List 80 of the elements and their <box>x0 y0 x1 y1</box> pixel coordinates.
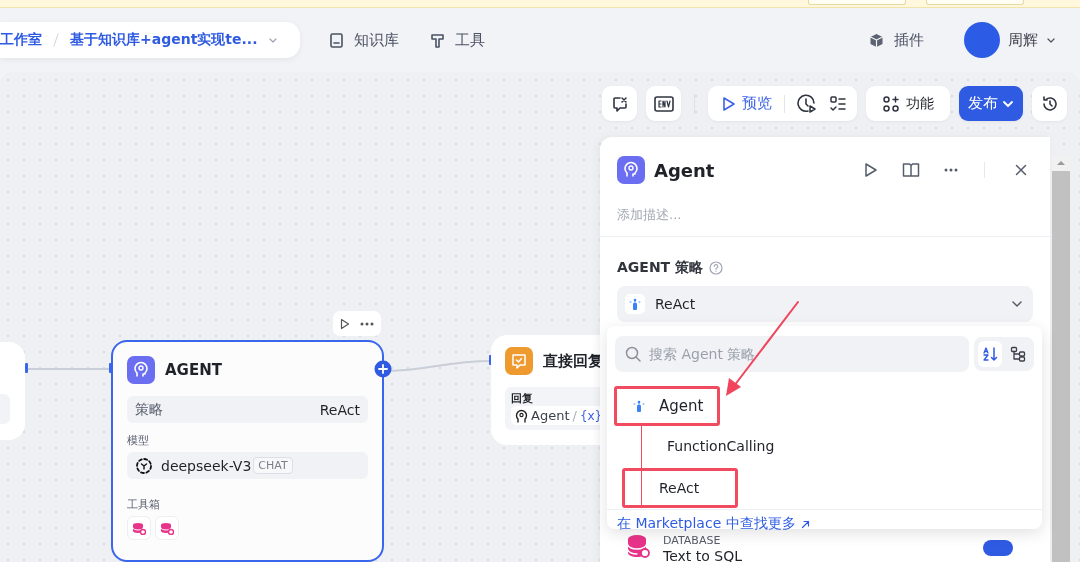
agent-icon <box>127 356 155 384</box>
option-item[interactable]: ReAct <box>622 468 738 508</box>
strategy-label: 策略 <box>135 400 163 419</box>
toolbox-label: 工具箱 <box>127 497 161 512</box>
scroll-up-icon <box>1056 160 1066 166</box>
env-button[interactable] <box>646 86 681 121</box>
book-icon <box>902 162 920 178</box>
add-node-icon <box>374 360 392 378</box>
preview-button[interactable]: 预览 <box>722 94 772 113</box>
sort-az-icon <box>982 346 998 362</box>
node-title: 直接回复 <box>543 351 603 371</box>
robot-icon <box>628 296 642 312</box>
reference-separator: / <box>572 408 577 423</box>
description-field[interactable]: 添加描述... <box>617 202 917 226</box>
panel-title: Agent <box>654 159 715 181</box>
model-name: deepseek-V3 <box>161 457 252 474</box>
external-link-icon <box>800 519 810 529</box>
breadcrumb-link[interactable]: 工作室 <box>0 31 42 49</box>
more-icon <box>360 321 374 326</box>
chevron-down-icon <box>1011 298 1023 310</box>
sort-button[interactable] <box>978 341 1002 367</box>
history-icon <box>1040 94 1059 113</box>
apps-icon <box>882 94 900 113</box>
tree-icon <box>1010 346 1026 362</box>
hammer-icon <box>428 31 446 49</box>
breadcrumb-link[interactable]: 基于知识库+agent实现te... <box>70 31 258 49</box>
toggle-switch[interactable] <box>983 540 1013 556</box>
tool-chip[interactable] <box>155 516 179 540</box>
option-group[interactable]: Agent <box>614 386 721 426</box>
database-icon <box>160 521 174 535</box>
more-icon <box>944 168 958 172</box>
search-field[interactable]: 搜索 Agent 策略 <box>615 336 969 372</box>
checklist-icon <box>829 94 847 113</box>
model-tag: CHAT <box>253 457 293 474</box>
user-menu[interactable]: 周辉 <box>964 22 1056 58</box>
variable-button[interactable] <box>602 86 637 121</box>
model-label: 模型 <box>127 433 150 448</box>
nav-link[interactable]: 插件 <box>868 30 924 50</box>
agent-icon <box>617 156 645 184</box>
tool-chip[interactable] <box>127 516 151 540</box>
tool-item[interactable]: DATABASE Text to SQL <box>617 534 1033 562</box>
model-icon <box>135 456 153 475</box>
play-icon <box>340 317 350 330</box>
avatar <box>964 22 1000 58</box>
features-button[interactable]: 功能 <box>866 86 950 121</box>
nav-link[interactable]: 知识库 <box>327 30 399 50</box>
section-label: AGENT 策略 <box>617 259 704 277</box>
node-port <box>25 363 28 373</box>
option-item[interactable]: FunctionCalling <box>662 426 1034 466</box>
more-button[interactable] <box>360 321 374 326</box>
strategy-value: ReAct <box>319 401 360 418</box>
help-icon <box>709 261 724 275</box>
variable-label: {x} <box>579 408 603 423</box>
env-icon <box>653 94 674 113</box>
reply-label: 回复 <box>511 391 534 406</box>
chat-variable-icon <box>610 94 629 113</box>
database-icon <box>132 521 146 535</box>
strategy-select[interactable]: ReAct <box>617 286 1033 322</box>
search-icon <box>625 346 641 362</box>
publish-button[interactable]: 发布 <box>959 86 1023 121</box>
play-icon <box>864 162 878 178</box>
agent-node[interactable]: AGENT 策略 ReAct 模型 deepseek-V3 CHAT 工具箱 <box>111 340 384 562</box>
nav-link[interactable]: 工具 <box>428 30 485 50</box>
robot-icon <box>632 398 646 414</box>
clock-play-icon <box>797 93 817 114</box>
reply-icon <box>505 347 533 375</box>
checklist-button[interactable] <box>829 94 847 113</box>
history-button[interactable] <box>1032 86 1067 121</box>
close-icon <box>1015 164 1027 176</box>
marketplace-link[interactable]: 在 Marketplace 中查找更多 <box>617 515 810 533</box>
play-icon <box>722 95 736 112</box>
agent-head-icon <box>515 408 528 423</box>
book-icon <box>327 31 345 49</box>
node-title: AGENT <box>165 361 222 379</box>
reference-label: Agent <box>531 408 570 423</box>
tool-category: DATABASE <box>663 534 722 548</box>
cube-icon <box>868 31 885 49</box>
run-button[interactable] <box>340 317 350 330</box>
run-history-button[interactable] <box>797 93 817 114</box>
tool-name: Text to SQL <box>663 548 742 562</box>
